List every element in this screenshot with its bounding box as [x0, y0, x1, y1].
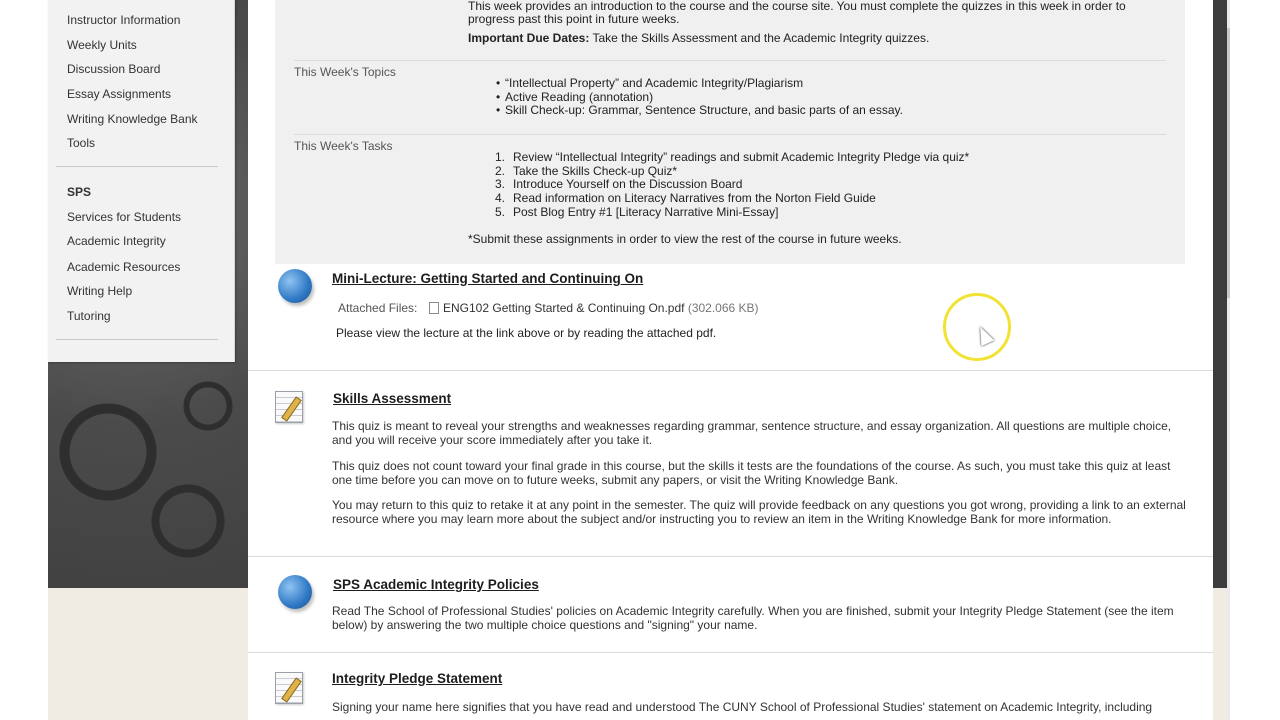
task-number: 5.	[494, 204, 505, 219]
due-dates-label: Important Due Dates:	[468, 31, 590, 45]
sps-policies-link[interactable]: SPS Academic Integrity Policies	[333, 577, 539, 592]
attached-files-label: Attached Files:	[338, 301, 418, 315]
tasks-list: 1. Review “Intellectual Integrity” readin…	[484, 150, 970, 220]
mini-lecture-link[interactable]: Mini-Lecture: Getting Started and Contin…	[332, 271, 643, 286]
week-overview-box: This week provides an introduction to th…	[275, 0, 1185, 264]
task-text: Review “Intellectual Integrity” readings…	[513, 150, 970, 164]
list-item: 3. Introduce Yourself on the Discussion B…	[484, 178, 969, 192]
globe-link-icon	[278, 575, 312, 609]
test-clipboard-icon	[275, 391, 303, 423]
sidebar-item-tutoring[interactable]: Tutoring	[67, 309, 111, 323]
test-clipboard-icon	[275, 672, 303, 704]
due-dates-line: Important Due Dates: Take the Skills Ass…	[468, 31, 929, 45]
list-item: Active Reading (annotation)	[484, 90, 903, 105]
sidebar-section-heading: SPS	[67, 185, 92, 199]
list-item: “Intellectual Property” and Academic Int…	[484, 76, 903, 91]
file-size: (302.066 KB)	[687, 301, 759, 315]
task-text: Introduce Yourself on the Discussion Boa…	[513, 177, 743, 192]
task-number: 4.	[494, 191, 505, 206]
task-text: Take the Skills Check-up Quiz*	[513, 163, 678, 178]
topics-list: “Intellectual Property” and Academic Int…	[484, 76, 903, 118]
backdrop-swirl-pattern	[48, 360, 248, 590]
scrollbar-area	[1227, 0, 1280, 720]
sidebar-item-writing-knowledge-bank[interactable]: Writing Knowledge Bank	[67, 112, 198, 126]
week-intro-line: progress past this point in future weeks…	[468, 12, 680, 26]
item-divider	[248, 370, 1213, 371]
sidebar-item-services-for-students[interactable]: Services for Students	[67, 210, 181, 224]
list-item: 4. Read information on Literacy Narrative…	[484, 191, 969, 206]
list-item: 5. Post Blog Entry #1 [Literacy Narrative…	[484, 204, 969, 220]
sps-policies-description: Read The School of Professional Studies'…	[332, 604, 1174, 632]
pencil-icon	[281, 677, 302, 703]
task-number: 1.	[494, 150, 505, 164]
course-menu: Instructor Information Weekly Units Disc…	[48, 0, 235, 362]
mini-lecture-description: Please view the lecture at the link abov…	[336, 326, 717, 340]
tasks-label: This Week's Tasks	[294, 139, 393, 153]
list-item: 1. Review “Intellectual Integrity” readin…	[484, 150, 970, 165]
task-text: Read information on Literacy Narratives …	[513, 191, 876, 206]
backdrop-bottom-panel	[48, 588, 248, 720]
submit-note: *Submit these assignments in order to vi…	[468, 232, 902, 246]
sidebar-divider	[56, 339, 218, 340]
topics-label: This Week's Topics	[294, 65, 396, 79]
sidebar-item-weekly-units[interactable]: Weekly Units	[67, 38, 137, 52]
list-item: Skill Check-up: Grammar, Sentence Struct…	[484, 104, 903, 118]
due-dates-text: Take the Skills Assessment and the Acade…	[589, 31, 930, 45]
sidebar-divider	[56, 166, 218, 167]
sidebar-item-instructor-information[interactable]: Instructor Information	[67, 13, 180, 27]
task-number: 2.	[494, 163, 505, 178]
file-icon	[429, 302, 439, 314]
skills-assessment-paragraph: You may return to this quiz to retake it…	[332, 498, 1186, 526]
skills-assessment-paragraph: This quiz is meant to reveal your streng…	[332, 419, 1172, 447]
right-strip-bottom	[1213, 588, 1227, 720]
sidebar-item-essay-assignments[interactable]: Essay Assignments	[67, 87, 171, 101]
sidebar-item-tools[interactable]: Tools	[67, 136, 95, 150]
week-box-divider	[294, 134, 1166, 135]
item-divider	[248, 556, 1213, 557]
content-area: This week provides an introduction to th…	[248, 0, 1213, 720]
globe-link-icon	[278, 269, 312, 303]
sidebar-item-academic-resources[interactable]: Academic Resources	[67, 260, 180, 274]
right-decorative-strip	[1213, 0, 1227, 588]
sidebar-item-discussion-board[interactable]: Discussion Board	[67, 62, 160, 76]
task-number: 3.	[494, 177, 505, 192]
task-text: Post Blog Entry #1 [Literacy Narrative M…	[513, 204, 779, 219]
week-box-divider	[294, 60, 1166, 61]
list-item: 2. Take the Skills Check-up Quiz*	[484, 163, 969, 179]
pencil-icon	[281, 396, 302, 422]
sidebar-item-academic-integrity[interactable]: Academic Integrity	[67, 234, 166, 248]
skills-assessment-paragraph: This quiz does not count toward your fin…	[332, 459, 1171, 487]
integrity-pledge-description: Signing your name here signifies that yo…	[332, 700, 1153, 714]
scrollbar-thumb[interactable]	[1227, 28, 1230, 298]
attached-file-link[interactable]: ENG102 Getting Started & Continuing On.p…	[443, 301, 759, 315]
item-divider	[248, 652, 1213, 653]
file-name: ENG102 Getting Started & Continuing On.p…	[443, 301, 685, 315]
skills-assessment-link[interactable]: Skills Assessment	[333, 391, 451, 406]
sidebar-item-writing-help[interactable]: Writing Help	[67, 284, 132, 298]
integrity-pledge-link[interactable]: Integrity Pledge Statement	[332, 671, 502, 686]
